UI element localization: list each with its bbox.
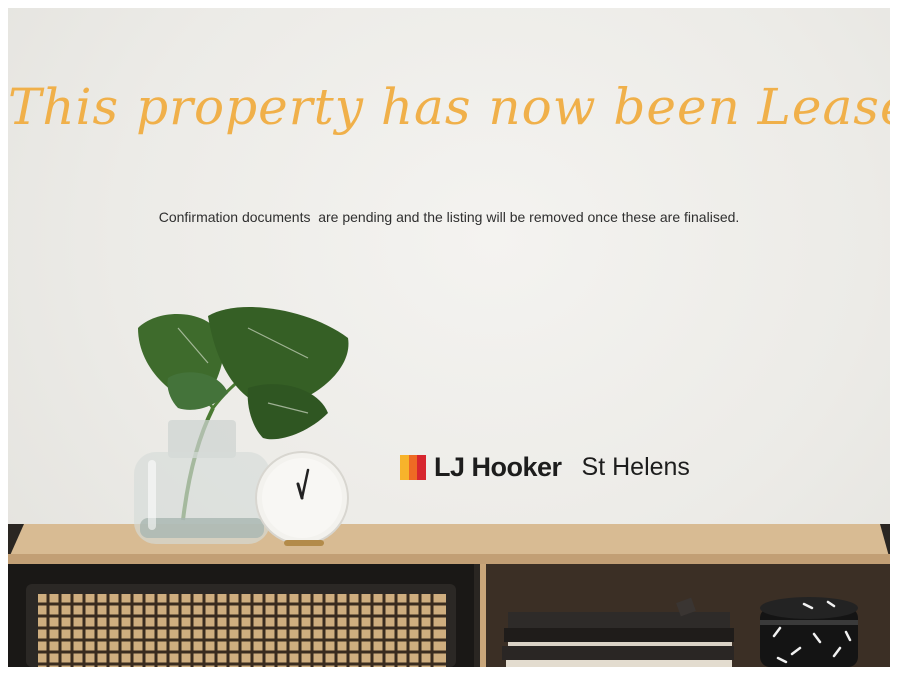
brand-stripe-yellow	[400, 454, 409, 480]
brand-stripe-orange	[408, 454, 418, 480]
office-name: St Helens	[581, 452, 690, 481]
rattan-door	[38, 594, 446, 667]
glass-vase	[134, 420, 270, 544]
leased-notice-image: This property has now been Leased Confir…	[8, 8, 890, 667]
leased-headline: This property has now been Leased	[8, 78, 890, 136]
brand-stripe-red	[417, 454, 427, 480]
confirmation-message: Confirmation documents are pending and t…	[158, 209, 740, 225]
marble-clock	[255, 451, 349, 546]
black-patterned-jar	[760, 597, 858, 667]
agency-name: LJ Hooker	[434, 451, 562, 482]
brand-stripes-icon	[400, 454, 427, 480]
agency-logo: LJ Hooker St Helens	[400, 449, 690, 485]
